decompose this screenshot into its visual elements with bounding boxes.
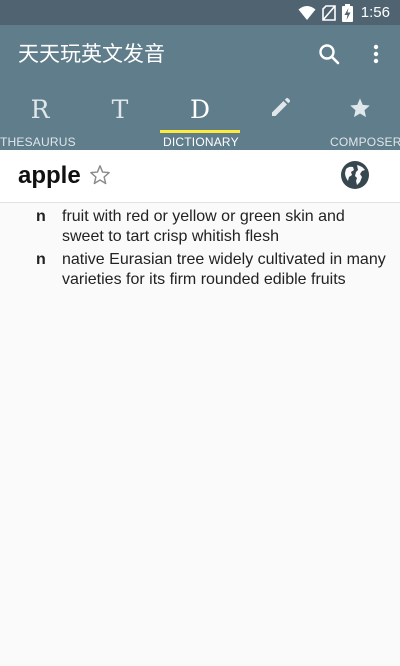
- tab-label-dictionary: DICTIONARY: [163, 135, 239, 149]
- tab-translate[interactable]: T: [80, 83, 160, 150]
- status-icons: 1:56: [298, 3, 390, 22]
- tab-dictionary[interactable]: D DICTIONARY: [160, 83, 240, 150]
- pencil-icon: [272, 97, 291, 116]
- part-of-speech: n: [36, 208, 46, 225]
- status-time: 1:56: [360, 4, 390, 21]
- app-title: 天天玩英文发音: [18, 42, 165, 66]
- translate-tab-glyph: T: [111, 95, 129, 124]
- app-bar: 天天玩英文发音: [0, 25, 400, 83]
- search-icon: [319, 44, 340, 65]
- dictionary-tab-glyph: D: [189, 95, 211, 124]
- entry-word: apple: [18, 162, 81, 189]
- tab-bar: R THESAURUS T D DICTIONARY COMPOSER: [0, 83, 400, 150]
- globe-icon[interactable]: [340, 160, 370, 190]
- search-button[interactable]: [314, 39, 344, 69]
- tab-label-composer: COMPOSER: [330, 135, 400, 149]
- wifi-icon: [298, 5, 316, 20]
- word-header: apple: [0, 150, 400, 203]
- tab-label-thesaurus: THESAURUS: [0, 135, 76, 149]
- thesaurus-tab-glyph: R: [30, 95, 50, 124]
- tab-thesaurus[interactable]: R THESAURUS: [0, 83, 80, 150]
- star-filled-icon: [350, 98, 370, 118]
- tab-indicator: [160, 130, 240, 133]
- tab-edit[interactable]: [240, 83, 320, 150]
- no-sim-icon: [321, 4, 336, 21]
- definition-text: native Eurasian tree widely cultivated i…: [62, 251, 386, 288]
- favorite-star-icon[interactable]: [89, 164, 111, 186]
- battery-charging-icon: [341, 3, 353, 22]
- definition-text: fruit with red or yellow or green skin a…: [62, 208, 345, 245]
- definitions-list: n fruit with red or yellow or green skin…: [0, 207, 400, 293]
- overflow-menu-button[interactable]: [361, 39, 391, 69]
- tab-composer[interactable]: COMPOSER: [320, 83, 400, 150]
- more-vert-icon: [373, 44, 379, 64]
- part-of-speech: n: [36, 251, 46, 268]
- definition-item: n native Eurasian tree widely cultivated…: [0, 250, 400, 290]
- definition-item: n fruit with red or yellow or green skin…: [0, 207, 400, 247]
- status-bar: 1:56: [0, 0, 400, 25]
